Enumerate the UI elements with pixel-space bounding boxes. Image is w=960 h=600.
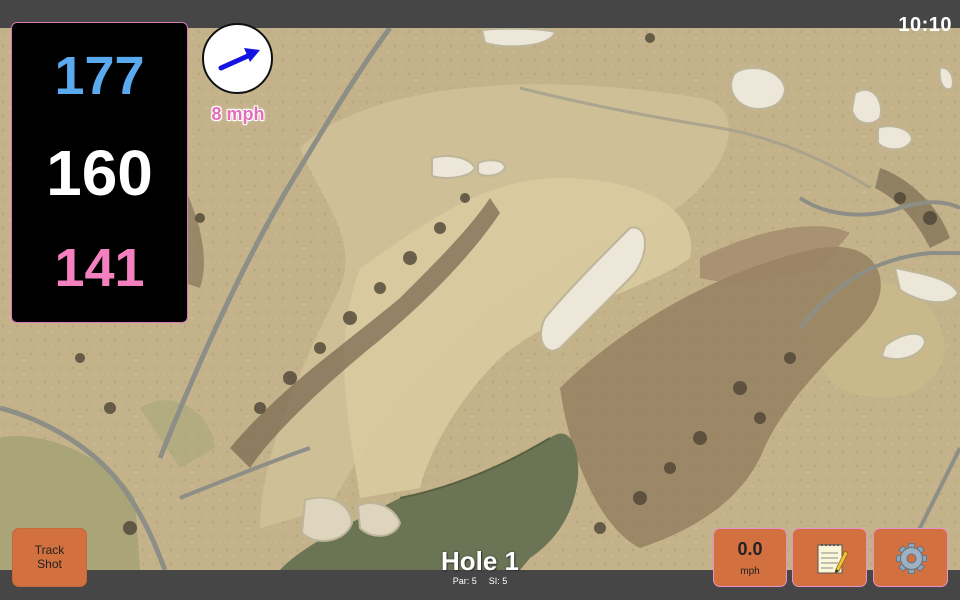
wind-direction-indicator [202, 23, 273, 94]
hole-info: Par: 5 SI: 5 [400, 577, 560, 586]
distance-back: 177 [54, 46, 145, 106]
speed-button[interactable]: 0.0 mph [713, 528, 787, 587]
speed-value: 0.0 [737, 539, 763, 559]
wind-speed: 8 mph [211, 104, 265, 124]
clock: 10:10 [898, 14, 952, 36]
track-shot-button[interactable]: Track Shot [12, 528, 87, 587]
hole-si: SI: 5 [488, 576, 508, 586]
speed-unit: mph [740, 566, 760, 577]
golf-gps-screen: 10:10 177 160 141 8 mph Track Shot Hole … [0, 0, 960, 600]
settings-button[interactable] [873, 528, 948, 587]
distance-panel: 177 160 141 [11, 22, 188, 323]
distance-front: 141 [54, 238, 145, 298]
distance-middle: 160 [46, 137, 153, 209]
notes-button[interactable] [792, 528, 867, 587]
hole-title: Hole 1 [440, 546, 520, 576]
track-shot-label: Track Shot [34, 542, 65, 571]
notepad-icon [817, 543, 849, 574]
wind-arrow-icon [218, 48, 260, 71]
hole-par: Par: 5 [452, 576, 477, 586]
gear-icon [896, 543, 927, 574]
